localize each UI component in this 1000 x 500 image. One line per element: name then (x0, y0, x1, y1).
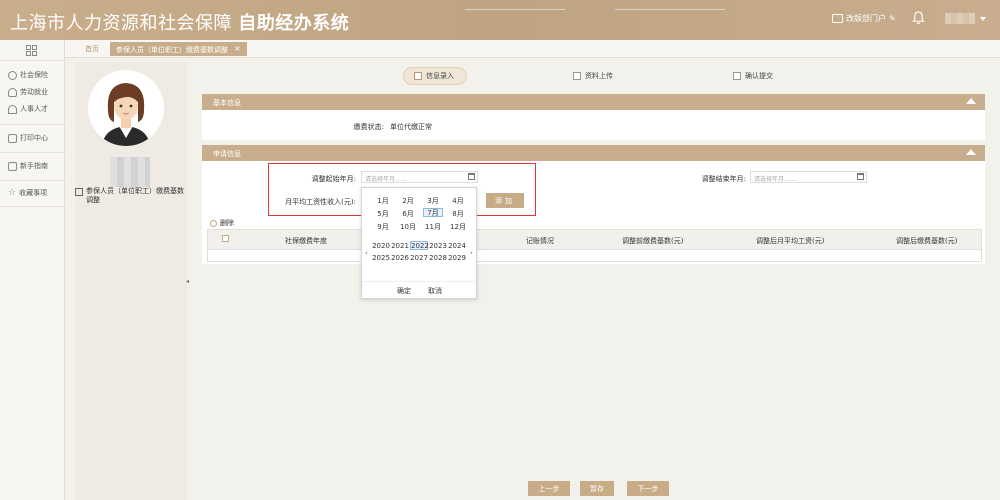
step-info-entry[interactable]: 信息录入 (403, 67, 467, 85)
avatar (88, 70, 164, 146)
chevron-right-icon[interactable]: › (470, 249, 473, 257)
nav-item-guide[interactable]: 新手指南 (8, 161, 48, 171)
th-year: 社保缴费年度 (285, 237, 327, 245)
picker-month[interactable]: 6月 (398, 209, 418, 219)
upload-icon (573, 72, 581, 80)
status-value: 单位代缴正常 (390, 123, 432, 131)
nav-item-favorites[interactable]: ☆ 收藏事项 (8, 188, 47, 198)
close-icon[interactable]: × (234, 45, 241, 56)
picker-year[interactable]: 2029 (448, 254, 466, 262)
chevron-left-icon[interactable]: ‹ (365, 249, 368, 257)
collapse-handle[interactable]: ◂ (186, 278, 189, 285)
left-nav: 社会保险 劳动就业 人事人才 打印中心 新手指南 ☆ 收藏事项 (0, 40, 65, 500)
picker-month[interactable]: 11月 (423, 222, 443, 232)
picker-month[interactable]: 5月 (373, 209, 393, 219)
printer-icon (8, 133, 17, 143)
monitor-icon (832, 14, 843, 23)
picker-month[interactable]: 4月 (448, 196, 468, 206)
picker-ok-button[interactable]: 确定 (397, 286, 411, 296)
picker-year[interactable]: 2028 (429, 254, 447, 262)
profile-name-blurred (110, 157, 150, 187)
end-month-label: 调整结束年月: (701, 175, 746, 183)
picker-year[interactable]: 2027 (410, 254, 428, 262)
th-accounting: 记账情况 (526, 237, 554, 245)
delete-button[interactable]: 删除 (210, 218, 234, 228)
person-icon (8, 104, 17, 114)
app-header: 上海市人力资源和社会保障 自助经办系统 改版部门户 ✎ (0, 0, 1000, 40)
profile-panel: 参保人员（单位职工）缴费基数调整 (75, 62, 187, 500)
user-name-blurred[interactable] (945, 13, 975, 24)
check-icon (733, 72, 741, 80)
section-header[interactable]: 基本信息 (202, 94, 985, 110)
nav-item-personnel[interactable]: 人事人才 (8, 104, 48, 114)
step-upload[interactable]: 资料上传 (573, 67, 613, 85)
th-avg-wage-after: 调整后月平均工资(元) (756, 237, 825, 245)
picker-month[interactable]: 12月 (448, 222, 468, 232)
chevron-up-icon[interactable] (966, 98, 976, 104)
tab-home[interactable]: 首页 (85, 44, 99, 54)
nav-item-employment[interactable]: 劳动就业 (8, 87, 48, 97)
picker-month[interactable]: 3月 (423, 196, 443, 206)
picker-month[interactable]: 8月 (448, 209, 468, 219)
picker-cancel-button[interactable]: 取消 (428, 286, 442, 296)
form-icon (75, 188, 83, 196)
chevron-down-icon[interactable] (980, 17, 986, 21)
tab-bar: 首页 参保人员（单位职工）缴费基数调整 × (65, 40, 1000, 58)
shield-icon (8, 70, 17, 80)
edit-icon (414, 72, 422, 80)
section-header[interactable]: 申请信息 (202, 145, 985, 161)
picker-year[interactable]: 2025 (372, 254, 390, 262)
user-icon (8, 87, 17, 97)
picker-month[interactable]: 9月 (373, 222, 393, 232)
grid-icon[interactable] (26, 45, 37, 56)
end-month-input[interactable]: 请选择年月...... (750, 171, 867, 183)
avatar-illustration (88, 70, 164, 146)
nav-item-social-insurance[interactable]: 社会保险 (8, 70, 48, 80)
table-body (207, 250, 982, 262)
step-line (615, 9, 725, 10)
save-draft-button[interactable]: 暂存 (580, 481, 614, 496)
picker-divider (362, 281, 476, 282)
edit-icon: ✎ (889, 14, 896, 23)
picker-year-selected[interactable]: 2022 (410, 241, 429, 250)
select-all-checkbox[interactable] (222, 235, 229, 242)
th-base-after: 调整后缴费基数(元) (896, 237, 958, 245)
basic-info-section: 基本信息 缴费状态: 单位代缴正常 (202, 94, 985, 140)
status-label: 缴费状态: (353, 123, 384, 131)
picker-month-selected[interactable]: 7月 (423, 208, 443, 217)
picker-month[interactable]: 2月 (398, 196, 418, 206)
picker-month[interactable]: 10月 (398, 222, 418, 232)
next-step-button[interactable]: 下一步 (627, 481, 669, 496)
step-line (465, 9, 565, 10)
picker-year[interactable]: 2026 (391, 254, 409, 262)
th-base-before: 调整前缴费基数(元) (622, 237, 684, 245)
star-icon: ☆ (8, 187, 17, 198)
chevron-up-icon[interactable] (966, 149, 976, 155)
app-title: 上海市人力资源和社会保障 自助经办系统 (10, 13, 350, 34)
tab-contribution-adjust[interactable]: 参保人员（单位职工）缴费基数调整 × (110, 42, 247, 56)
calendar-icon[interactable] (857, 173, 864, 180)
dept-switch[interactable]: 改版部门户 ✎ (832, 13, 896, 24)
prev-step-button[interactable]: 上一步 (528, 481, 570, 496)
step-confirm[interactable]: 确认提交 (733, 67, 773, 85)
picker-year[interactable]: 2021 (391, 242, 409, 250)
picker-year[interactable]: 2023 (429, 242, 447, 250)
book-icon (8, 161, 17, 171)
table-header: 社保缴费年度 记账情况 调整前缴费基数(元) 调整后月平均工资(元) 调整后缴费… (207, 229, 982, 250)
delete-icon (210, 219, 217, 227)
picker-year[interactable]: 2024 (448, 242, 466, 250)
month-picker: 1月 2月 3月 4月 5月 6月 7月 8月 9月 10月 11月 12月 ‹… (361, 187, 477, 299)
picker-month[interactable]: 1月 (373, 196, 393, 206)
picker-year[interactable]: 2020 (372, 242, 390, 250)
nav-item-print-center[interactable]: 打印中心 (8, 133, 48, 143)
bell-icon[interactable] (912, 11, 925, 25)
profile-role: 参保人员（单位职工）缴费基数调整 (75, 187, 187, 205)
